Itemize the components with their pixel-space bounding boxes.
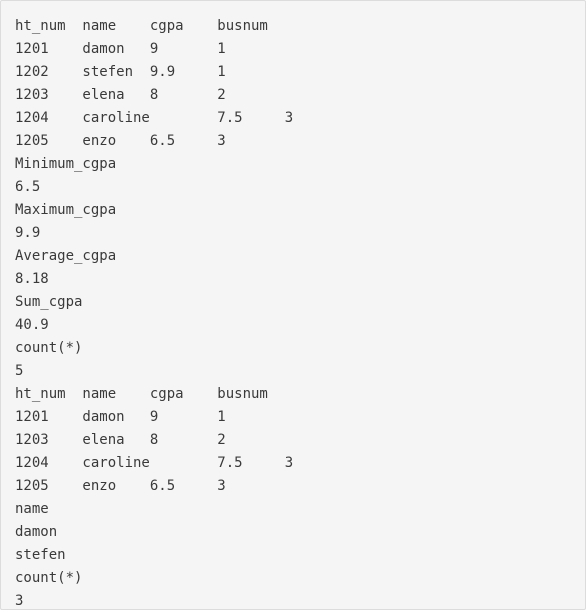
output-line: 1205 enzo 6.5 3 (15, 478, 226, 494)
output-line: 5 (15, 363, 24, 379)
output-line: count(*) (15, 340, 83, 356)
output-line: 1202 stefen 9.9 1 (15, 64, 226, 80)
output-line: 6.5 (15, 179, 41, 195)
output-line: 1201 damon 9 1 (15, 41, 226, 57)
output-line: 8.18 (15, 271, 49, 287)
output-line: ht_num name cgpa busnum (15, 18, 268, 34)
output-line: 1204 caroline 7.5 3 (15, 455, 294, 471)
output-line: 1203 elena 8 2 (15, 432, 226, 448)
output-line: Average_cgpa (15, 248, 117, 264)
output-line: count(*) (15, 570, 83, 586)
output-line: Sum_cgpa (15, 294, 83, 310)
query-output-block: ht_num name cgpa busnum 1201 damon 9 1 120… (0, 0, 586, 610)
output-line: stefen (15, 547, 66, 563)
output-line: Minimum_cgpa (15, 156, 117, 172)
query-output-text: ht_num name cgpa busnum 1201 damon 9 1 120… (15, 15, 293, 613)
output-line: 1204 caroline 7.5 3 (15, 110, 294, 126)
output-line: Maximum_cgpa (15, 202, 117, 218)
output-line: damon (15, 524, 58, 540)
output-line: 9.9 (15, 225, 41, 241)
output-line: 1205 enzo 6.5 3 (15, 133, 226, 149)
output-line: 1203 elena 8 2 (15, 87, 226, 103)
output-line: ht_num name cgpa busnum (15, 386, 268, 402)
output-line: 1201 damon 9 1 (15, 409, 226, 425)
output-line: name (15, 501, 49, 517)
output-line: 40.9 (15, 317, 49, 333)
